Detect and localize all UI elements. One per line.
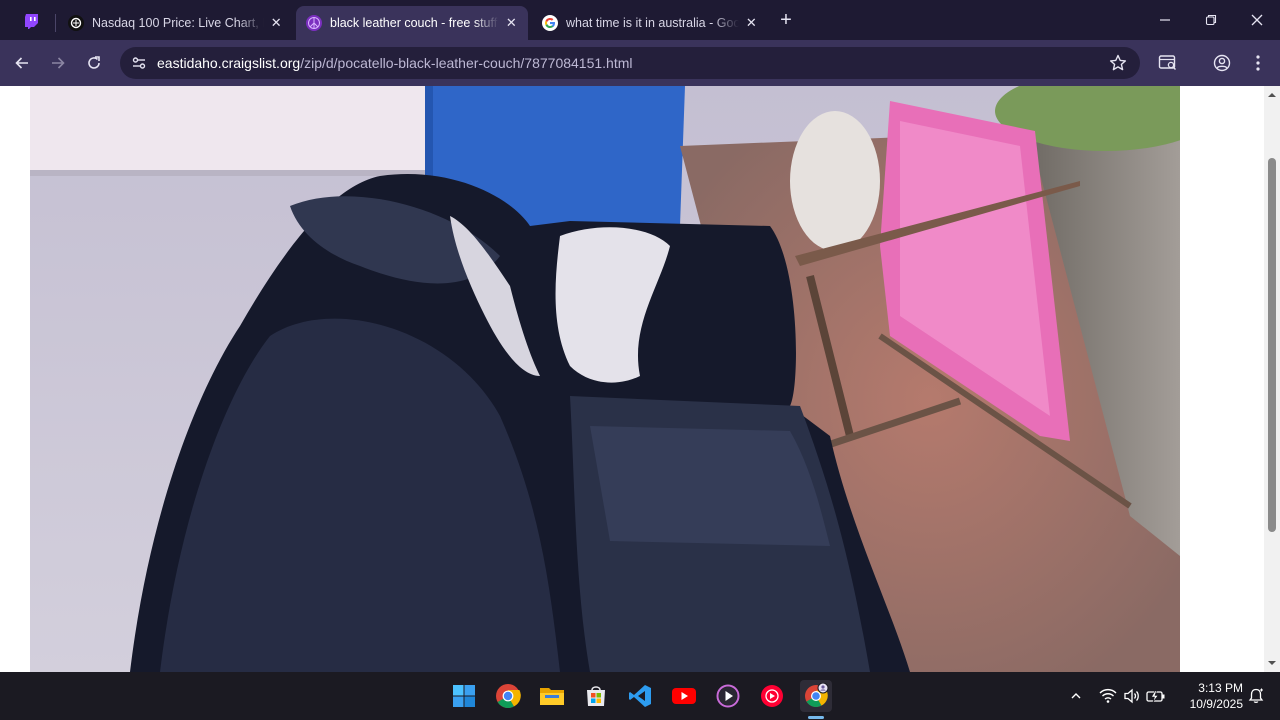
tab-search-icon: [1158, 55, 1176, 70]
tab-strip: Nasdaq 100 Price: Live Chart, Forecast &…: [0, 0, 1280, 40]
url-host: eastidaho.craigslist.org: [157, 55, 301, 71]
browser-toolbar: eastidaho.craigslist.org/zip/d/pocatello…: [0, 40, 1280, 86]
tab-title: Nasdaq 100 Price: Live Chart, Forecast &…: [92, 16, 264, 30]
tab-separator: [55, 14, 56, 32]
file-explorer-taskbar-button[interactable]: [536, 680, 568, 712]
tab-search-button[interactable]: [1156, 51, 1180, 75]
close-window-button[interactable]: [1242, 8, 1272, 32]
youtube-taskbar-button[interactable]: [668, 680, 700, 712]
store-bag-icon: [587, 686, 605, 706]
vscode-icon: [629, 685, 651, 707]
restore-button[interactable]: [1196, 8, 1226, 32]
close-tab-icon[interactable]: ✕: [745, 14, 758, 32]
show-hidden-icons-button[interactable]: [1066, 686, 1086, 706]
back-arrow-icon: [15, 57, 28, 69]
tab-nasdaq[interactable]: Nasdaq 100 Price: Live Chart, Forecast &…: [58, 6, 292, 40]
profile-icon: [1213, 54, 1231, 72]
minimize-button[interactable]: [1150, 8, 1180, 32]
chevron-up-icon: [1071, 693, 1081, 699]
chrome-profile-icon: [805, 683, 829, 707]
reload-button[interactable]: [82, 51, 106, 75]
bookmark-star-icon[interactable]: [1108, 53, 1128, 73]
forward-arrow-icon: [52, 57, 65, 69]
close-icon: [1251, 14, 1263, 26]
craigslist-peace-favicon-icon: [306, 15, 322, 31]
vertical-scrollbar[interactable]: [1264, 86, 1280, 672]
clock-time: 3:13 PM: [1198, 681, 1243, 695]
youtube-music-icon: [761, 685, 783, 707]
notifications-button[interactable]: [1246, 686, 1266, 706]
site-info-icon[interactable]: [130, 54, 148, 72]
scroll-up-arrow-icon[interactable]: [1267, 90, 1277, 100]
browser-menu-button[interactable]: [1246, 51, 1270, 75]
tab-craigslist[interactable]: black leather couch - free stuff - craig…: [296, 6, 528, 40]
taskbar-clock[interactable]: 3:13 PM 10/9/2025: [1183, 680, 1243, 712]
tab-title: black leather couch - free stuff - craig…: [330, 16, 499, 30]
chrome-profile-taskbar-button[interactable]: [800, 680, 832, 712]
clock-date: 10/9/2025: [1189, 697, 1243, 711]
chrome-icon: [496, 684, 521, 709]
chrome-taskbar-button[interactable]: [492, 680, 524, 712]
tab-google[interactable]: what time is it in australia - Google Se…: [532, 6, 768, 40]
volume-button[interactable]: [1122, 686, 1142, 706]
media-player-icon: [716, 684, 740, 708]
youtube-icon: [672, 688, 696, 704]
new-tab-button[interactable]: +: [775, 10, 797, 32]
close-tab-icon[interactable]: ✕: [270, 14, 282, 32]
forward-button[interactable]: [46, 51, 70, 75]
microsoft-store-taskbar-button[interactable]: [580, 680, 612, 712]
nasdaq-favicon-icon: [68, 15, 84, 31]
reload-icon: [88, 56, 100, 69]
speaker-icon: [1124, 688, 1139, 704]
folder-icon: [540, 688, 564, 705]
wifi-icon: [1099, 688, 1117, 703]
battery-charging-icon: [1146, 690, 1165, 703]
url-path: /zip/d/pocatello-black-leather-couch/787…: [300, 55, 633, 71]
vscode-taskbar-button[interactable]: [624, 680, 656, 712]
scrollbar-thumb[interactable]: [1268, 158, 1276, 532]
media-player-taskbar-button[interactable]: [712, 680, 744, 712]
minimize-icon: [1160, 19, 1170, 21]
profile-button[interactable]: [1210, 51, 1234, 75]
windows-taskbar: 3:13 PM 10/9/2025: [0, 672, 1280, 720]
start-button[interactable]: [448, 680, 480, 712]
url-text[interactable]: eastidaho.craigslist.org/zip/d/pocatello…: [157, 55, 633, 71]
notification-bell-icon: [1248, 688, 1264, 703]
google-favicon-icon: [542, 15, 558, 31]
kebab-menu-icon: [1256, 55, 1260, 71]
wifi-button[interactable]: [1098, 686, 1118, 706]
twitch-icon: [25, 14, 38, 29]
windows-logo-icon: [453, 685, 475, 707]
active-app-indicator: [808, 716, 824, 719]
page-content: [0, 86, 1280, 672]
listing-photo[interactable]: [30, 86, 1180, 672]
tab-title: what time is it in australia - Google Se…: [566, 16, 739, 30]
battery-button[interactable]: [1146, 686, 1166, 706]
restore-icon: [1205, 14, 1217, 26]
close-tab-icon[interactable]: ✕: [505, 14, 518, 32]
youtube-music-taskbar-button[interactable]: [756, 680, 788, 712]
back-button[interactable]: [10, 51, 34, 75]
scroll-down-arrow-icon[interactable]: [1267, 658, 1277, 668]
couch-photo-image: [30, 86, 1180, 672]
twitch-tab-icon[interactable]: [18, 9, 46, 33]
address-bar[interactable]: eastidaho.craigslist.org/zip/d/pocatello…: [120, 47, 1140, 79]
